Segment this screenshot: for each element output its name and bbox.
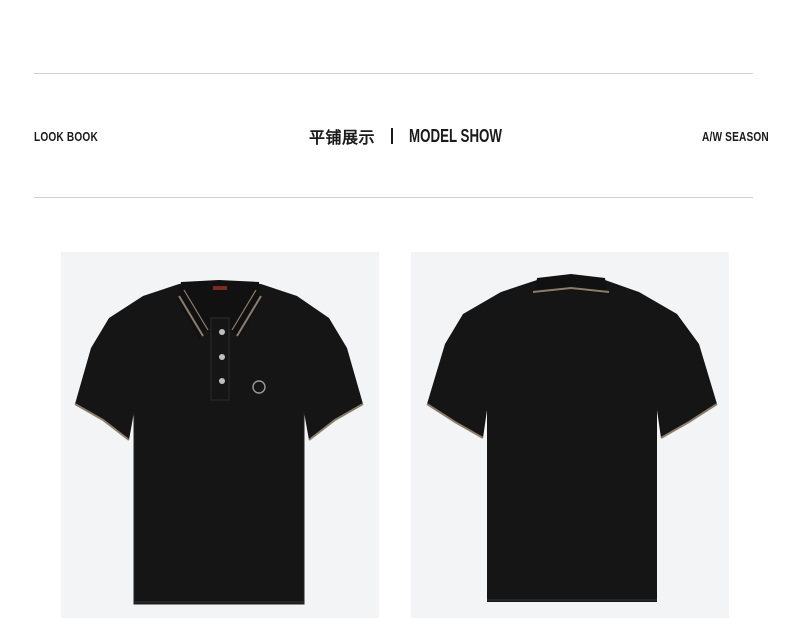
season-label: A/W SEASON <box>702 129 769 144</box>
section-title: 平铺展示 MODEL SHOW <box>309 122 535 150</box>
top-divider-line <box>34 73 753 74</box>
section-title-en: MODEL SHOW <box>409 125 503 146</box>
bottom-divider-line <box>34 197 753 198</box>
section-title-cn: 平铺展示 <box>309 128 376 147</box>
section-header: LOOK BOOK 平铺展示 MODEL SHOW A/W SEASON <box>0 120 790 154</box>
product-photo-back <box>411 252 729 618</box>
polo-shirt-front-icon <box>74 280 364 605</box>
polo-shirt-back-icon <box>426 274 718 602</box>
title-separator <box>391 128 394 144</box>
look-book-label: LOOK BOOK <box>34 129 98 144</box>
product-photo-front <box>61 252 379 618</box>
